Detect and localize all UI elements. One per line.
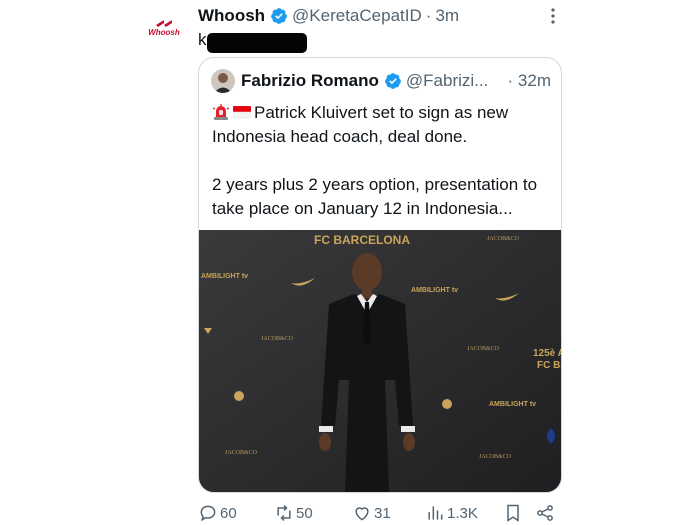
signage-ambilight-1: AMBILIGHT tv — [201, 273, 248, 280]
quote-author-avatar[interactable] — [211, 69, 235, 93]
quoted-tweet[interactable]: Fabrizio Romano @Fabrizi... · 32m Patric… — [198, 57, 562, 493]
quote-author-handle[interactable]: @Fabrizi... — [406, 71, 488, 91]
signage-fc-barcelona: FC BARCELONA — [314, 233, 410, 247]
indonesia-flag-emoji-icon — [233, 106, 251, 119]
press-wall-photo: FC BARCELONA AMBILIGHT tv AMBILIGHT tv A… — [199, 230, 561, 492]
author-avatar[interactable]: Whoosh — [140, 18, 188, 42]
spotify-logo-1 — [234, 391, 244, 401]
signage-ambilight-3: AMBILIGHT tv — [489, 401, 536, 408]
siren-emoji-icon — [212, 104, 230, 120]
signage-125: 125è A — [533, 348, 561, 359]
reply-count: 60 — [220, 504, 237, 522]
share-button[interactable] — [535, 502, 557, 524]
heart-icon — [355, 507, 369, 521]
redaction-bar — [207, 33, 307, 53]
views-button[interactable]: 1.3K — [425, 502, 478, 524]
signage-jacob-3: JACOB&CO — [467, 346, 500, 352]
tweet-time[interactable]: 3m — [435, 6, 459, 26]
signage-ambilight-2: AMBILIGHT tv — [411, 287, 458, 294]
spotify-logo-2 — [442, 399, 452, 409]
repost-button[interactable]: 50 — [274, 502, 313, 524]
bookmark-icon — [507, 504, 519, 522]
tweet-actions: 60 50 31 1.3K — [198, 502, 562, 524]
signage-jacob-4: JACOB&CO — [225, 450, 258, 456]
signage-fc-ba: FC BA — [537, 360, 561, 371]
signage-jacob-5: JACOB&CO — [479, 454, 512, 460]
verified-badge-icon — [271, 8, 287, 24]
signage-jacob-1: JACOB&CO — [487, 236, 520, 242]
share-icon — [537, 505, 553, 521]
quote-separator-dot: · — [507, 71, 514, 90]
author-name[interactable]: Whoosh — [198, 6, 265, 26]
quote-time[interactable]: · 32m — [508, 71, 551, 91]
like-button[interactable]: 31 — [352, 502, 391, 524]
quote-verified-badge-icon — [385, 73, 401, 89]
quote-time-value: 32m — [517, 71, 551, 90]
reply-icon — [200, 505, 216, 522]
bookmark-button[interactable] — [503, 502, 525, 524]
more-options-icon[interactable] — [546, 6, 560, 26]
views-icon — [428, 506, 443, 520]
tweet-header: Whoosh @KeretaCepatID · 3m — [198, 4, 459, 28]
whoosh-logo: Whoosh — [148, 20, 180, 37]
quote-header: Fabrizio Romano @Fabrizi... · 32m — [211, 68, 551, 94]
author-handle[interactable]: @KeretaCepatID — [292, 6, 422, 26]
repost-icon — [277, 504, 291, 522]
signage-jacob-2: JACOB&CO — [261, 336, 294, 342]
reply-button[interactable]: 60 — [198, 502, 237, 524]
quote-line-1: Patrick Kluivert set to sign as new Indo… — [212, 103, 509, 146]
like-count: 31 — [374, 504, 391, 522]
quote-photo[interactable]: FC BARCELONA AMBILIGHT tv AMBILIGHT tv A… — [199, 230, 561, 492]
separator-dot: · — [425, 6, 432, 25]
whoosh-logo-text: Whoosh — [148, 28, 180, 37]
quote-author-name[interactable]: Fabrizio Romano — [241, 71, 379, 91]
views-count: 1.3K — [447, 504, 478, 522]
repost-count: 50 — [296, 504, 313, 522]
tweet-text: k — [198, 30, 207, 49]
quote-text: Patrick Kluivert set to sign as new Indo… — [212, 101, 552, 221]
quote-line-2: 2 years plus 2 years option, presentatio… — [212, 175, 538, 218]
